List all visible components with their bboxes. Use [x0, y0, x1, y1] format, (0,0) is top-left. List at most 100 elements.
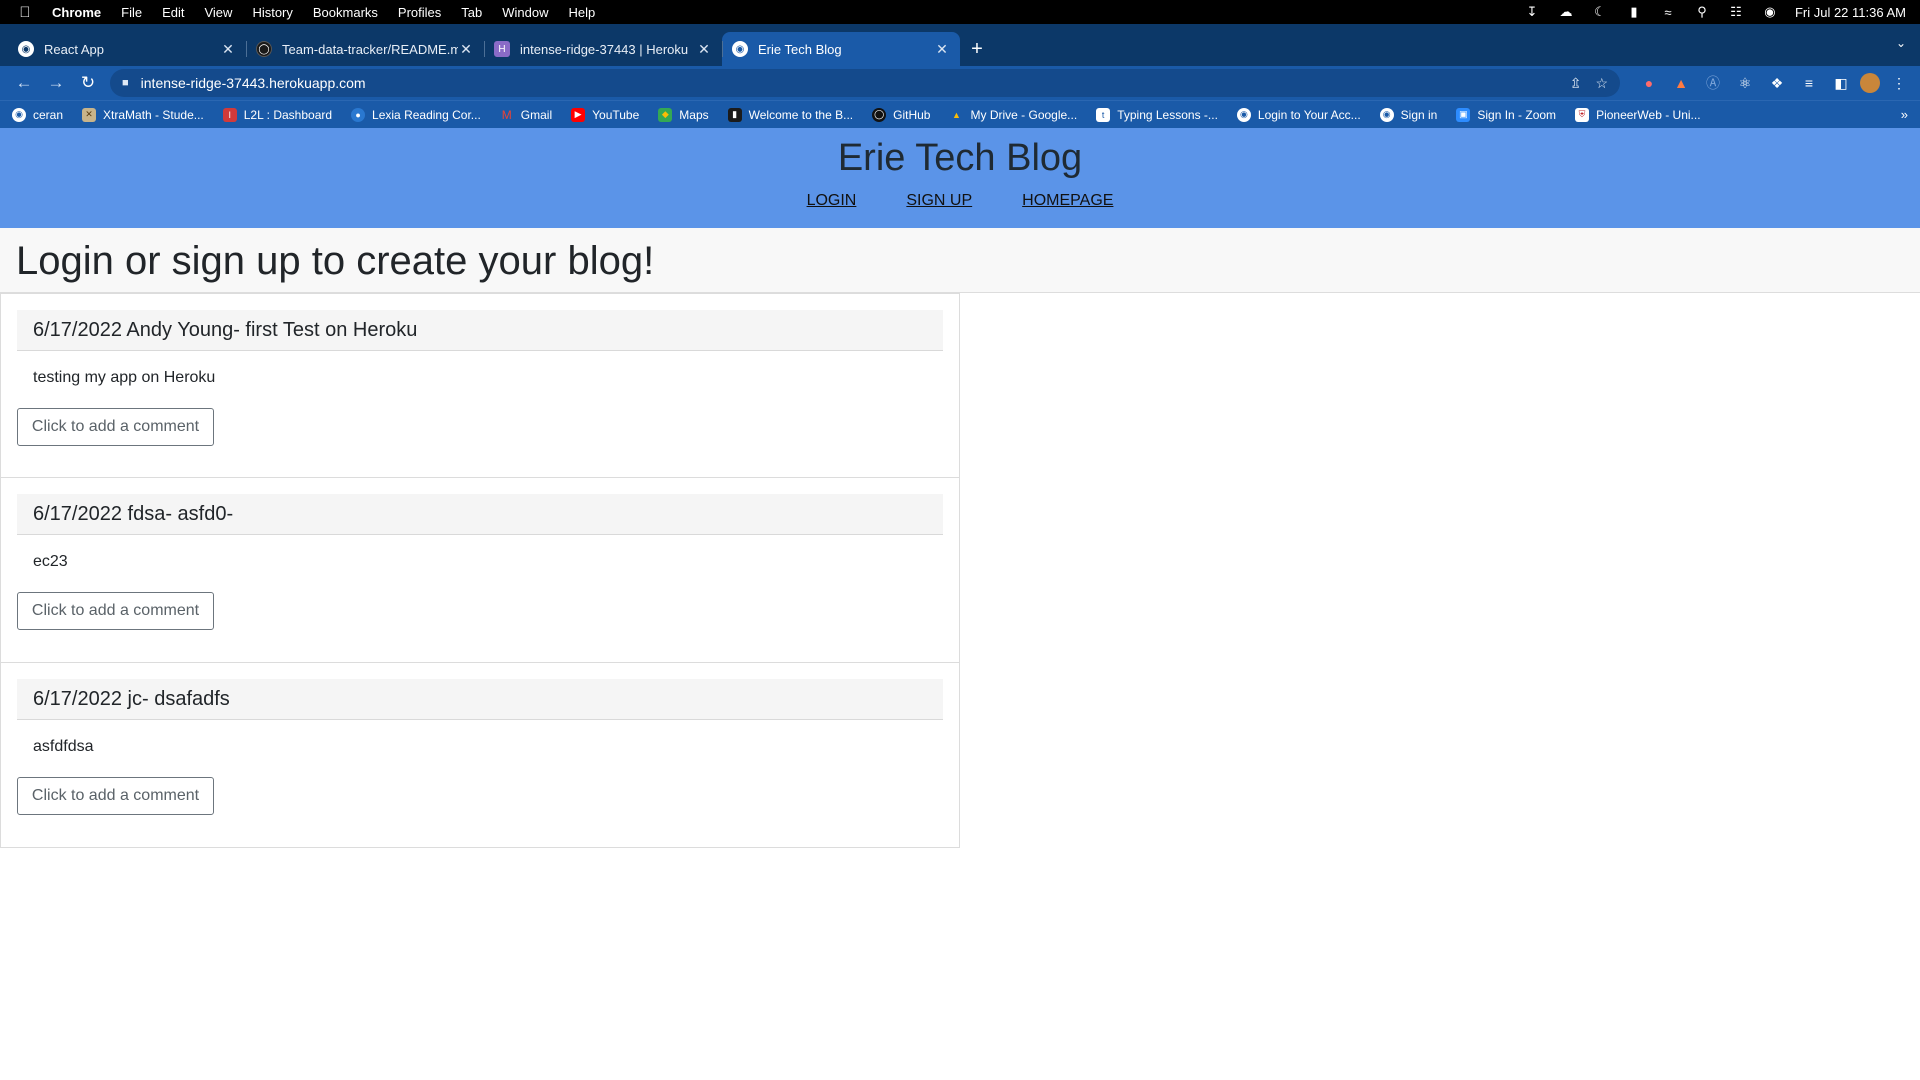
forward-arrow-icon[interactable]: → — [40, 73, 72, 93]
tab-team-data-tracker[interactable]: ◯ Team-data-tracker/README.m ✕ — [246, 32, 484, 66]
control-center-icon[interactable]: ☷ — [1727, 4, 1745, 19]
double-chevron-right-icon[interactable]: » — [1901, 107, 1908, 122]
lock-icon[interactable]: ■ — [122, 77, 129, 89]
tab-heroku[interactable]: H intense-ridge-37443 | Heroku ✕ — [484, 32, 722, 66]
clock[interactable]: Fri Jul 22 11:36 AM — [1795, 5, 1906, 20]
star-icon[interactable]: ☆ — [1595, 75, 1608, 92]
side-panel-icon[interactable]: ◧ — [1828, 75, 1854, 92]
post-header: 6/17/2022 Andy Young- first Test on Hero… — [17, 310, 943, 351]
spotlight-search-icon[interactable]: ⚲ — [1693, 4, 1711, 19]
bookmark-label: PioneerWeb - Uni... — [1596, 107, 1701, 122]
download-icon[interactable]: ↧ — [1523, 4, 1541, 19]
tab-erie-tech-blog[interactable]: ◉ Erie Tech Blog ✕ — [722, 32, 960, 66]
bookmark-label: Login to Your Acc... — [1257, 107, 1361, 122]
menu-profiles[interactable]: Profiles — [398, 5, 441, 20]
bookmark-l2l[interactable]: l L2L : Dashboard — [222, 107, 333, 122]
close-icon[interactable]: ✕ — [934, 41, 950, 58]
site-title: Erie Tech Blog — [837, 137, 1083, 179]
bookmark-label: XtraMath - Stude... — [103, 107, 204, 122]
posts-list: 6/17/2022 Andy Young- first Test on Hero… — [0, 293, 1920, 848]
chevron-down-icon[interactable]: ⌄ — [1896, 36, 1906, 50]
siri-icon[interactable]: ◉ — [1761, 4, 1779, 19]
bookmark-label: Gmail — [520, 107, 553, 122]
new-tab-button[interactable]: + — [960, 32, 994, 66]
bookmark-xtramath[interactable]: ✕ XtraMath - Stude... — [82, 107, 204, 122]
url-text[interactable]: intense-ridge-37443.herokuapp.com — [141, 75, 1556, 91]
bookmarks-bar: ◉ ceran ✕ XtraMath - Stude... l L2L : Dashb… — [0, 100, 1920, 128]
menu-tab[interactable]: Tab — [461, 5, 482, 20]
battery-icon[interactable]: ▮ — [1625, 4, 1643, 19]
add-comment-button[interactable]: Click to add a comment — [17, 592, 214, 630]
bookmark-zoom[interactable]: ▣ Sign In - Zoom — [1456, 107, 1556, 122]
post-body: testing my app on Heroku — [33, 369, 216, 386]
menu-view[interactable]: View — [204, 5, 232, 20]
menu-window[interactable]: Window — [502, 5, 548, 20]
reading-list-icon[interactable]: ≡ — [1796, 75, 1822, 91]
tab-react-app[interactable]: ◉ React App ✕ — [8, 32, 246, 66]
menu-edit[interactable]: Edit — [162, 5, 184, 20]
bookmark-typing-lessons[interactable]: t Typing Lessons -... — [1096, 107, 1218, 122]
back-arrow-icon[interactable]: ← — [8, 73, 40, 93]
post-card: 6/17/2022 Andy Young- first Test on Hero… — [0, 293, 960, 478]
drive-icon: ▲ — [952, 109, 961, 120]
bookmark-maps[interactable]: ◆ Maps — [658, 107, 709, 122]
nav-homepage-link[interactable]: HOMEPAGE — [1022, 192, 1113, 210]
close-icon[interactable]: ✕ — [458, 41, 474, 58]
add-comment-button[interactable]: Click to add a comment — [17, 408, 214, 446]
extension-a-icon[interactable]: Ⓐ — [1700, 73, 1726, 93]
shield-icon: ⛨ — [1575, 107, 1590, 122]
close-icon[interactable]: ✕ — [220, 41, 236, 58]
extension-react-icon[interactable]: ⚛ — [1732, 75, 1758, 92]
bookmark-label: ceran — [33, 107, 64, 122]
post-header: 6/17/2022 fdsa- asfd0- — [17, 494, 943, 535]
menu-bookmarks[interactable]: Bookmarks — [313, 5, 378, 20]
zoom-icon: ▣ — [1456, 107, 1471, 122]
bookmark-github[interactable]: ◯ GitHub — [872, 107, 930, 122]
bookmark-youtube[interactable]: ▶ YouTube — [571, 107, 640, 122]
menu-app-chrome[interactable]: Chrome — [52, 5, 101, 20]
extension-orange-icon[interactable]: ▲ — [1668, 75, 1694, 91]
bookmark-gmail[interactable]: M Gmail — [500, 108, 552, 122]
menu-history[interactable]: History — [252, 5, 292, 20]
bookmark-sign-in[interactable]: ◉ Sign in — [1379, 107, 1437, 122]
nav-signup-link[interactable]: SIGN UP — [906, 192, 972, 210]
extension-red-icon[interactable]: ● — [1636, 75, 1662, 91]
moon-icon[interactable]: ☾ — [1591, 4, 1609, 19]
wifi-icon[interactable]: ≈ — [1659, 5, 1677, 20]
menu-help[interactable]: Help — [569, 5, 596, 20]
tab-title: React App — [44, 41, 104, 57]
address-bar[interactable]: ■ intense-ridge-37443.herokuapp.com ⇫ ☆ — [110, 69, 1620, 97]
menu-file[interactable]: File — [121, 5, 142, 20]
bookmark-label: Maps — [679, 107, 709, 122]
bookmark-welcome[interactable]: ▮ Welcome to the B... — [727, 107, 853, 122]
page-heading: Login or sign up to create your blog! — [16, 239, 655, 283]
share-icon[interactable]: ⇫ — [1570, 75, 1582, 92]
github-icon: ◯ — [872, 107, 887, 122]
book-icon: ▮ — [727, 107, 742, 122]
bookmark-login-account[interactable]: ◉ Login to Your Acc... — [1236, 107, 1361, 122]
bookmark-label: L2L : Dashboard — [243, 107, 333, 122]
close-icon[interactable]: ✕ — [696, 41, 712, 58]
site-header: Erie Tech Blog LOGIN SIGN UP HOMEPAGE — [0, 128, 1920, 228]
bookmark-pioneerweb[interactable]: ⛨ PioneerWeb - Uni... — [1575, 107, 1701, 122]
kebab-menu-icon[interactable]: ⋮ — [1886, 75, 1912, 92]
apple-icon[interactable]:  — [14, 4, 36, 21]
tab-title: Erie Tech Blog — [758, 41, 842, 57]
l2l-icon: l — [222, 107, 237, 122]
bookmark-google-drive[interactable]: ▲ My Drive - Google... — [949, 108, 1077, 122]
post-body: ec23 — [33, 553, 68, 570]
bookmark-lexia[interactable]: ● Lexia Reading Cor... — [351, 107, 481, 122]
browser-tab-strip: ◉ React App ✕ ◯ Team-data-tracker/README… — [0, 24, 1920, 66]
bookmark-label: YouTube — [592, 107, 640, 122]
tab-title: Team-data-tracker/README.m — [282, 41, 458, 57]
add-comment-button[interactable]: Click to add a comment — [17, 777, 214, 815]
globe-icon: ◉ — [732, 41, 748, 57]
bookmark-ceran[interactable]: ◉ ceran — [12, 107, 64, 122]
cloud-icon[interactable]: ☁ — [1557, 4, 1575, 19]
tab-title: intense-ridge-37443 | Heroku — [520, 41, 689, 57]
typing-icon: t — [1096, 107, 1111, 122]
nav-login-link[interactable]: LOGIN — [807, 192, 857, 210]
avatar[interactable] — [1860, 73, 1880, 93]
puzzle-icon[interactable]: ❖ — [1764, 75, 1790, 92]
reload-icon[interactable]: ↻ — [72, 73, 104, 93]
